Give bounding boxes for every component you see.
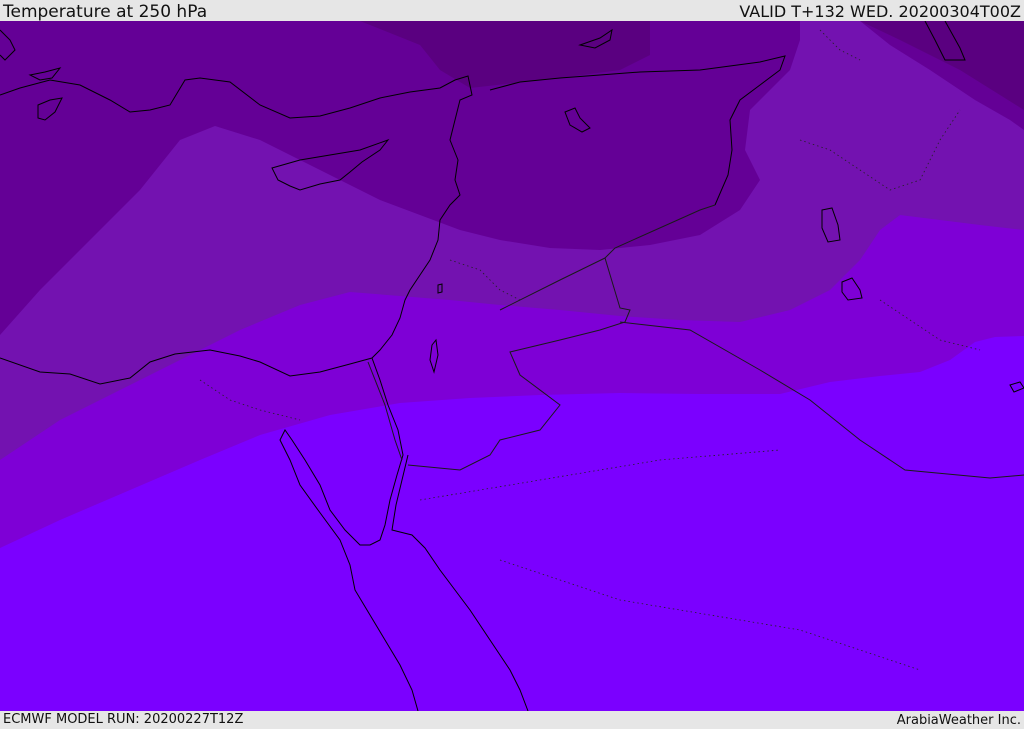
map-title: Temperature at 250 hPa: [3, 2, 208, 22]
header-bar: Temperature at 250 hPa VALID T+132 WED. …: [0, 0, 1024, 21]
valid-time-label: VALID T+132 WED. 20200304T00Z: [739, 2, 1021, 21]
temperature-map: [0, 21, 1024, 711]
credit-label: ArabiaWeather Inc.: [896, 713, 1021, 728]
model-run-label: ECMWF MODEL RUN: 20200227T12Z: [3, 712, 244, 727]
footer-bar: ECMWF MODEL RUN: 20200227T12Z ArabiaWeat…: [0, 711, 1024, 729]
map-page: Temperature at 250 hPa VALID T+132 WED. …: [0, 0, 1024, 729]
